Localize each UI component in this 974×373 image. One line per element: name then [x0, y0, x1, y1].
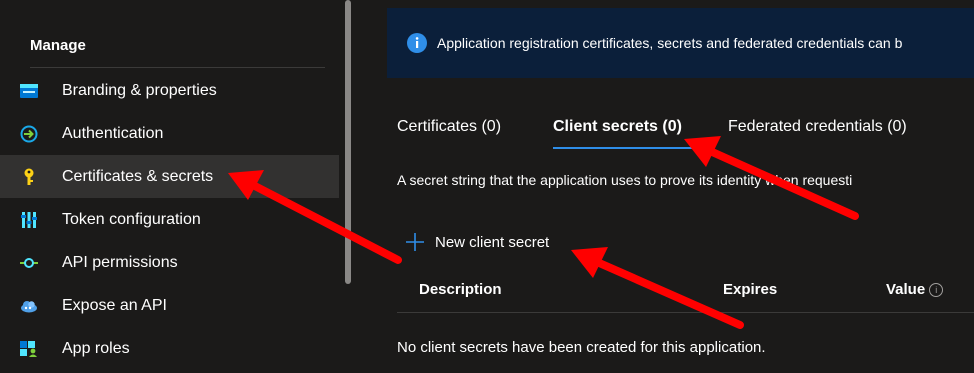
sidebar-item-expose-an-api[interactable]: Expose an API	[0, 284, 339, 327]
sidebar-item-certificates-secrets[interactable]: Certificates & secrets	[0, 155, 339, 198]
sidebar: Manage Branding & properties Authenticat…	[0, 0, 339, 373]
sidebar-item-label: App roles	[62, 339, 130, 357]
app-roles-icon	[20, 340, 38, 358]
banner-text: Application registration certificates, s…	[437, 35, 903, 51]
key-icon	[20, 168, 38, 186]
column-header-expires: Expires	[723, 281, 778, 298]
tab-federated-credentials[interactable]: Federated credentials (0)	[728, 118, 907, 136]
main-content: Application registration certificates, s…	[355, 0, 974, 373]
sidebar-scrollbar[interactable]	[341, 0, 355, 373]
plus-icon	[406, 233, 424, 251]
info-icon	[407, 33, 427, 53]
sidebar-item-authentication[interactable]: Authentication	[0, 112, 339, 155]
sidebar-item-label: Authentication	[62, 124, 164, 142]
sidebar-item-label: API permissions	[62, 253, 178, 271]
sidebar-item-app-roles[interactable]: App roles	[0, 327, 339, 370]
cloud-icon	[20, 297, 38, 315]
scrollbar-thumb[interactable]	[345, 0, 351, 284]
table-divider	[397, 312, 974, 313]
authentication-icon	[20, 125, 38, 143]
sidebar-item-label: Branding & properties	[62, 81, 217, 99]
active-tab-indicator	[553, 147, 696, 149]
section-divider	[30, 67, 325, 68]
column-header-description: Description	[419, 281, 502, 298]
empty-table-message: No client secrets have been created for …	[397, 339, 766, 356]
sidebar-item-label: Certificates & secrets	[62, 167, 214, 185]
token-config-icon	[20, 211, 38, 229]
sidebar-item-label: Token configuration	[62, 210, 201, 228]
sidebar-item-token-configuration[interactable]: Token configuration	[0, 198, 339, 241]
column-header-value-label: Value	[886, 281, 926, 298]
new-client-secret-button[interactable]: New client secret	[405, 232, 549, 252]
branding-icon	[20, 82, 38, 100]
section-title-manage: Manage	[30, 37, 86, 54]
description-text: A secret string that the application use…	[397, 172, 853, 188]
api-permissions-icon	[20, 254, 38, 272]
info-banner: Application registration certificates, s…	[387, 8, 974, 78]
tab-certificates[interactable]: Certificates (0)	[397, 118, 501, 136]
info-circle-icon[interactable]: i	[929, 283, 944, 298]
tab-client-secrets[interactable]: Client secrets (0)	[553, 118, 682, 136]
column-header-value: Value i	[886, 281, 944, 298]
new-client-secret-label: New client secret	[435, 233, 550, 251]
sidebar-item-label: Expose an API	[62, 296, 167, 314]
sidebar-item-branding[interactable]: Branding & properties	[0, 69, 339, 112]
sidebar-item-api-permissions[interactable]: API permissions	[0, 241, 339, 284]
